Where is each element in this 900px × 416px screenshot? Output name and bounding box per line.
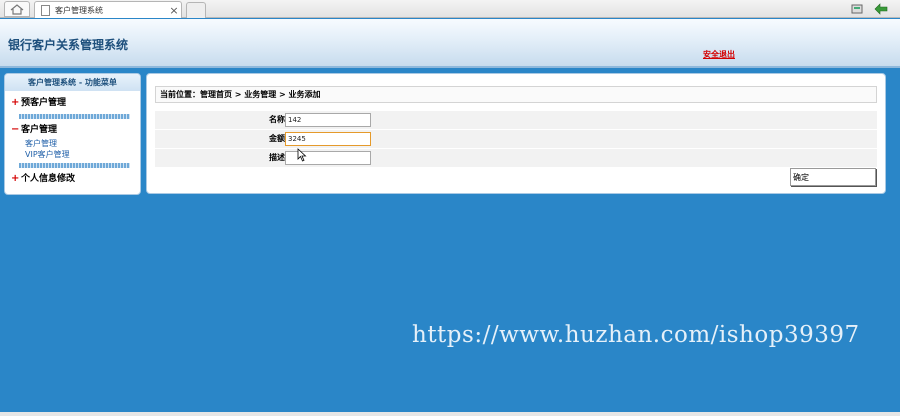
- main-content: 当前位置：管理首页 > 业务管理 > 业务添加 名称 金额 描述 确定: [146, 73, 886, 194]
- app-title: 银行客户关系管理系统: [8, 38, 129, 52]
- home-button[interactable]: [4, 1, 30, 17]
- app-header: 银行客户关系管理系统 安全退出: [0, 19, 900, 68]
- logout-link[interactable]: 安全退出: [703, 49, 735, 60]
- breadcrumb: 当前位置：管理首页 > 业务管理 > 业务添加: [155, 86, 877, 103]
- expand-icon: +: [11, 97, 20, 108]
- sidebar-group-label: 客户管理: [21, 125, 58, 135]
- name-label: 名称: [269, 115, 285, 124]
- sidebar-group-label: 预客户管理: [21, 98, 67, 108]
- form-row-name: 名称: [155, 111, 877, 130]
- mouse-cursor-icon: [297, 148, 307, 162]
- browser-status-bar: [0, 412, 900, 416]
- menu-divider: [19, 163, 130, 168]
- description-label: 描述: [269, 153, 285, 162]
- sidebar-menu: 客户管理系统 - 功能菜单 + 预客户管理 − 客户管理 客户管理 VIP客户管…: [4, 73, 141, 195]
- expand-icon: +: [11, 173, 20, 184]
- menu-divider: [19, 114, 130, 119]
- name-field[interactable]: [285, 113, 371, 127]
- sidebar-item-customer[interactable]: 客户管理: [5, 138, 140, 149]
- business-form: 名称 金额 描述: [155, 111, 877, 168]
- amount-label: 金额: [269, 134, 285, 143]
- submit-button[interactable]: 确定: [790, 168, 876, 186]
- sidebar-title: 客户管理系统 - 功能菜单: [5, 74, 140, 91]
- tab-title: 客户管理系统: [55, 5, 103, 15]
- new-tab-button[interactable]: [186, 2, 206, 18]
- sidebar-item-vip-customer[interactable]: VIP客户管理: [5, 149, 140, 160]
- browser-tab[interactable]: 客户管理系统 ×: [34, 1, 182, 18]
- home-icon: [10, 3, 24, 15]
- sidebar-group-prospect[interactable]: + 预客户管理: [5, 95, 140, 111]
- watermark: https://www.huzhan.com/ishop39397: [412, 322, 860, 348]
- sidebar-group-profile[interactable]: + 个人信息修改: [5, 171, 140, 187]
- amount-field[interactable]: [285, 132, 371, 146]
- form-row-description: 描述: [155, 149, 877, 168]
- page-icon: [41, 4, 50, 16]
- sidebar-group-customer[interactable]: − 客户管理: [5, 122, 140, 138]
- tools-icon[interactable]: [850, 2, 864, 16]
- browser-toolbar: [850, 2, 888, 16]
- form-row-amount: 金额: [155, 130, 877, 149]
- browser-tab-strip: 客户管理系统 ×: [0, 0, 900, 18]
- close-icon[interactable]: ×: [167, 4, 181, 17]
- back-icon[interactable]: [874, 2, 888, 16]
- collapse-icon: −: [11, 124, 20, 135]
- sidebar-group-label: 个人信息修改: [21, 174, 76, 184]
